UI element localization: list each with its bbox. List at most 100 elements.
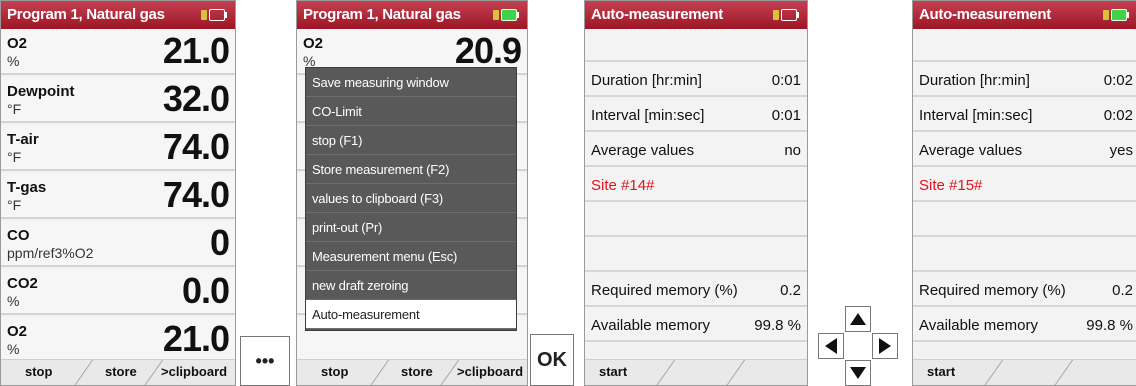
setting-label: Duration [hr:min] xyxy=(591,72,702,89)
more-button[interactable]: ••• xyxy=(240,336,290,386)
ok-label: OK xyxy=(537,348,567,371)
setting-value: 0:01 xyxy=(771,72,801,89)
setting-row-average[interactable]: Average values yes xyxy=(913,134,1136,167)
menu-item-print-out[interactable]: print-out (Pr) xyxy=(306,213,516,242)
softkey-start[interactable]: start xyxy=(927,364,955,379)
measure-row-co2[interactable]: CO2 % 0.0 xyxy=(1,269,235,315)
info-label: Required memory (%) xyxy=(919,282,1066,299)
measure-unit: % xyxy=(7,341,20,357)
softkey-store[interactable]: store xyxy=(401,364,433,379)
arrow-down-button[interactable] xyxy=(845,360,871,386)
more-label: ••• xyxy=(255,350,275,371)
arrow-pad xyxy=(818,306,898,386)
setting-row-interval[interactable]: Interval [min:sec] 0:02 xyxy=(913,99,1136,132)
info-row-available-memory: Available memory 99.8 % xyxy=(585,309,807,342)
site-label: Site #14# xyxy=(591,177,655,194)
info-value: 99.8 % xyxy=(1086,317,1133,334)
softkey-bar: start xyxy=(585,359,807,385)
softkey-stop[interactable]: stop xyxy=(321,364,348,379)
ok-button[interactable]: OK xyxy=(530,334,574,386)
info-label: Available memory xyxy=(591,317,710,334)
setting-row-site[interactable]: Site #15# xyxy=(913,169,1136,202)
setting-label: Duration [hr:min] xyxy=(919,72,1030,89)
softkey-stop[interactable]: stop xyxy=(25,364,52,379)
info-value: 99.8 % xyxy=(754,317,801,334)
menu-item-stop[interactable]: stop (F1) xyxy=(306,126,516,155)
measure-row-t-air[interactable]: T-air °F 74.0 xyxy=(1,125,235,171)
measure-row-t-gas[interactable]: T-gas °F 74.0 xyxy=(1,173,235,219)
setting-row-empty xyxy=(913,239,1136,272)
program-title: Program 1, Natural gas xyxy=(303,6,461,23)
measure-value: 20.9 xyxy=(454,30,522,71)
arrow-up-button[interactable] xyxy=(845,306,871,332)
menu-item-draft-zeroing[interactable]: new draft zeroing xyxy=(306,271,516,300)
measure-label: CO2 xyxy=(7,275,38,292)
arrow-up-icon xyxy=(850,313,866,325)
setting-row-average[interactable]: Average values no xyxy=(585,134,807,167)
softkey-store[interactable]: store xyxy=(105,364,137,379)
measure-row-co[interactable]: CO ppm/ref3%O2 0 xyxy=(1,221,235,267)
measure-unit: ppm/ref3%O2 xyxy=(7,245,94,261)
softkey-bar: stop store >clipboard xyxy=(1,359,235,385)
setting-row-duration[interactable]: Duration [hr:min] 0:01 xyxy=(585,64,807,97)
setting-row-empty xyxy=(585,29,807,62)
setting-value: 0:02 xyxy=(1103,107,1133,124)
setting-row-interval[interactable]: Interval [min:sec] 0:01 xyxy=(585,99,807,132)
setting-row-site[interactable]: Site #14# xyxy=(585,169,807,202)
measure-unit: % xyxy=(7,53,20,69)
measure-value: 0 xyxy=(209,222,230,263)
measure-row-o2[interactable]: O2 % 21.0 xyxy=(1,29,235,75)
measure-unit: °F xyxy=(7,197,22,213)
info-value: 0.2 xyxy=(1112,282,1133,299)
softkey-clipboard[interactable]: >clipboard xyxy=(161,364,227,379)
info-row-required-memory: Required memory (%) 0.2 xyxy=(913,274,1136,307)
measure-label: O2 xyxy=(7,35,28,52)
measure-label: O2 xyxy=(7,323,28,340)
arrow-right-icon xyxy=(879,338,891,354)
measure-value: 0.0 xyxy=(181,270,230,311)
measure-unit: % xyxy=(7,293,20,309)
softkey-start[interactable]: start xyxy=(599,364,627,379)
menu-item-co-limit[interactable]: CO-Limit xyxy=(306,97,516,126)
measure-label: CO xyxy=(7,227,30,244)
softkey-bar: stop store >clipboard xyxy=(297,359,527,385)
setting-value: 0:01 xyxy=(771,107,801,124)
measure-value: 74.0 xyxy=(162,126,230,167)
info-value: 0.2 xyxy=(780,282,801,299)
battery-icon xyxy=(493,9,519,21)
measure-label: O2 xyxy=(303,35,324,52)
menu-item-auto-measurement[interactable]: Auto-measurement xyxy=(306,300,516,329)
menu-item-store-measurement[interactable]: Store measurement (F2) xyxy=(306,155,516,184)
arrow-right-button[interactable] xyxy=(872,333,898,359)
arrow-left-button[interactable] xyxy=(818,333,844,359)
softkey-bar: start xyxy=(913,359,1136,385)
setting-value: 0:02 xyxy=(1103,72,1133,89)
softkey-clipboard[interactable]: >clipboard xyxy=(457,364,523,379)
menu-item-measurement-menu[interactable]: Measurement menu (Esc) xyxy=(306,242,516,271)
measure-label: Dewpoint xyxy=(7,83,75,100)
info-label: Required memory (%) xyxy=(591,282,738,299)
info-row-required-memory: Required memory (%) 0.2 xyxy=(585,274,807,307)
setting-value: no xyxy=(784,142,801,159)
measure-unit: °F xyxy=(7,149,22,165)
screen-title: Auto-measurement xyxy=(919,6,1051,23)
measure-row-dewpoint[interactable]: Dewpoint °F 32.0 xyxy=(1,77,235,123)
setting-label: Average values xyxy=(591,142,695,159)
screen-auto-measurement-edited: Auto-measurement Duration [hr:min] 0:02 … xyxy=(912,0,1136,386)
setting-row-empty xyxy=(585,204,807,237)
measure-label: T-gas xyxy=(7,179,47,196)
measure-row-o2-2[interactable]: O2 % 21.0 xyxy=(1,317,235,363)
setting-label: Average values xyxy=(919,142,1023,159)
menu-item-save-window[interactable]: Save measuring window xyxy=(306,68,516,97)
setting-row-empty xyxy=(913,29,1136,62)
info-row-available-memory: Available memory 99.8 % xyxy=(913,309,1136,342)
context-menu: Save measuring window CO-Limit stop (F1)… xyxy=(305,67,517,331)
screen-measurement: Program 1, Natural gas O2 % 21.0 Dewpoin… xyxy=(0,0,236,386)
title-bar: Program 1, Natural gas xyxy=(297,1,527,29)
setting-row-duration[interactable]: Duration [hr:min] 0:02 xyxy=(913,64,1136,97)
setting-label: Interval [min:sec] xyxy=(591,107,705,124)
menu-item-values-clipboard[interactable]: values to clipboard (F3) xyxy=(306,184,516,213)
setting-row-empty xyxy=(585,239,807,272)
battery-icon xyxy=(1103,9,1129,21)
site-label: Site #15# xyxy=(919,177,983,194)
